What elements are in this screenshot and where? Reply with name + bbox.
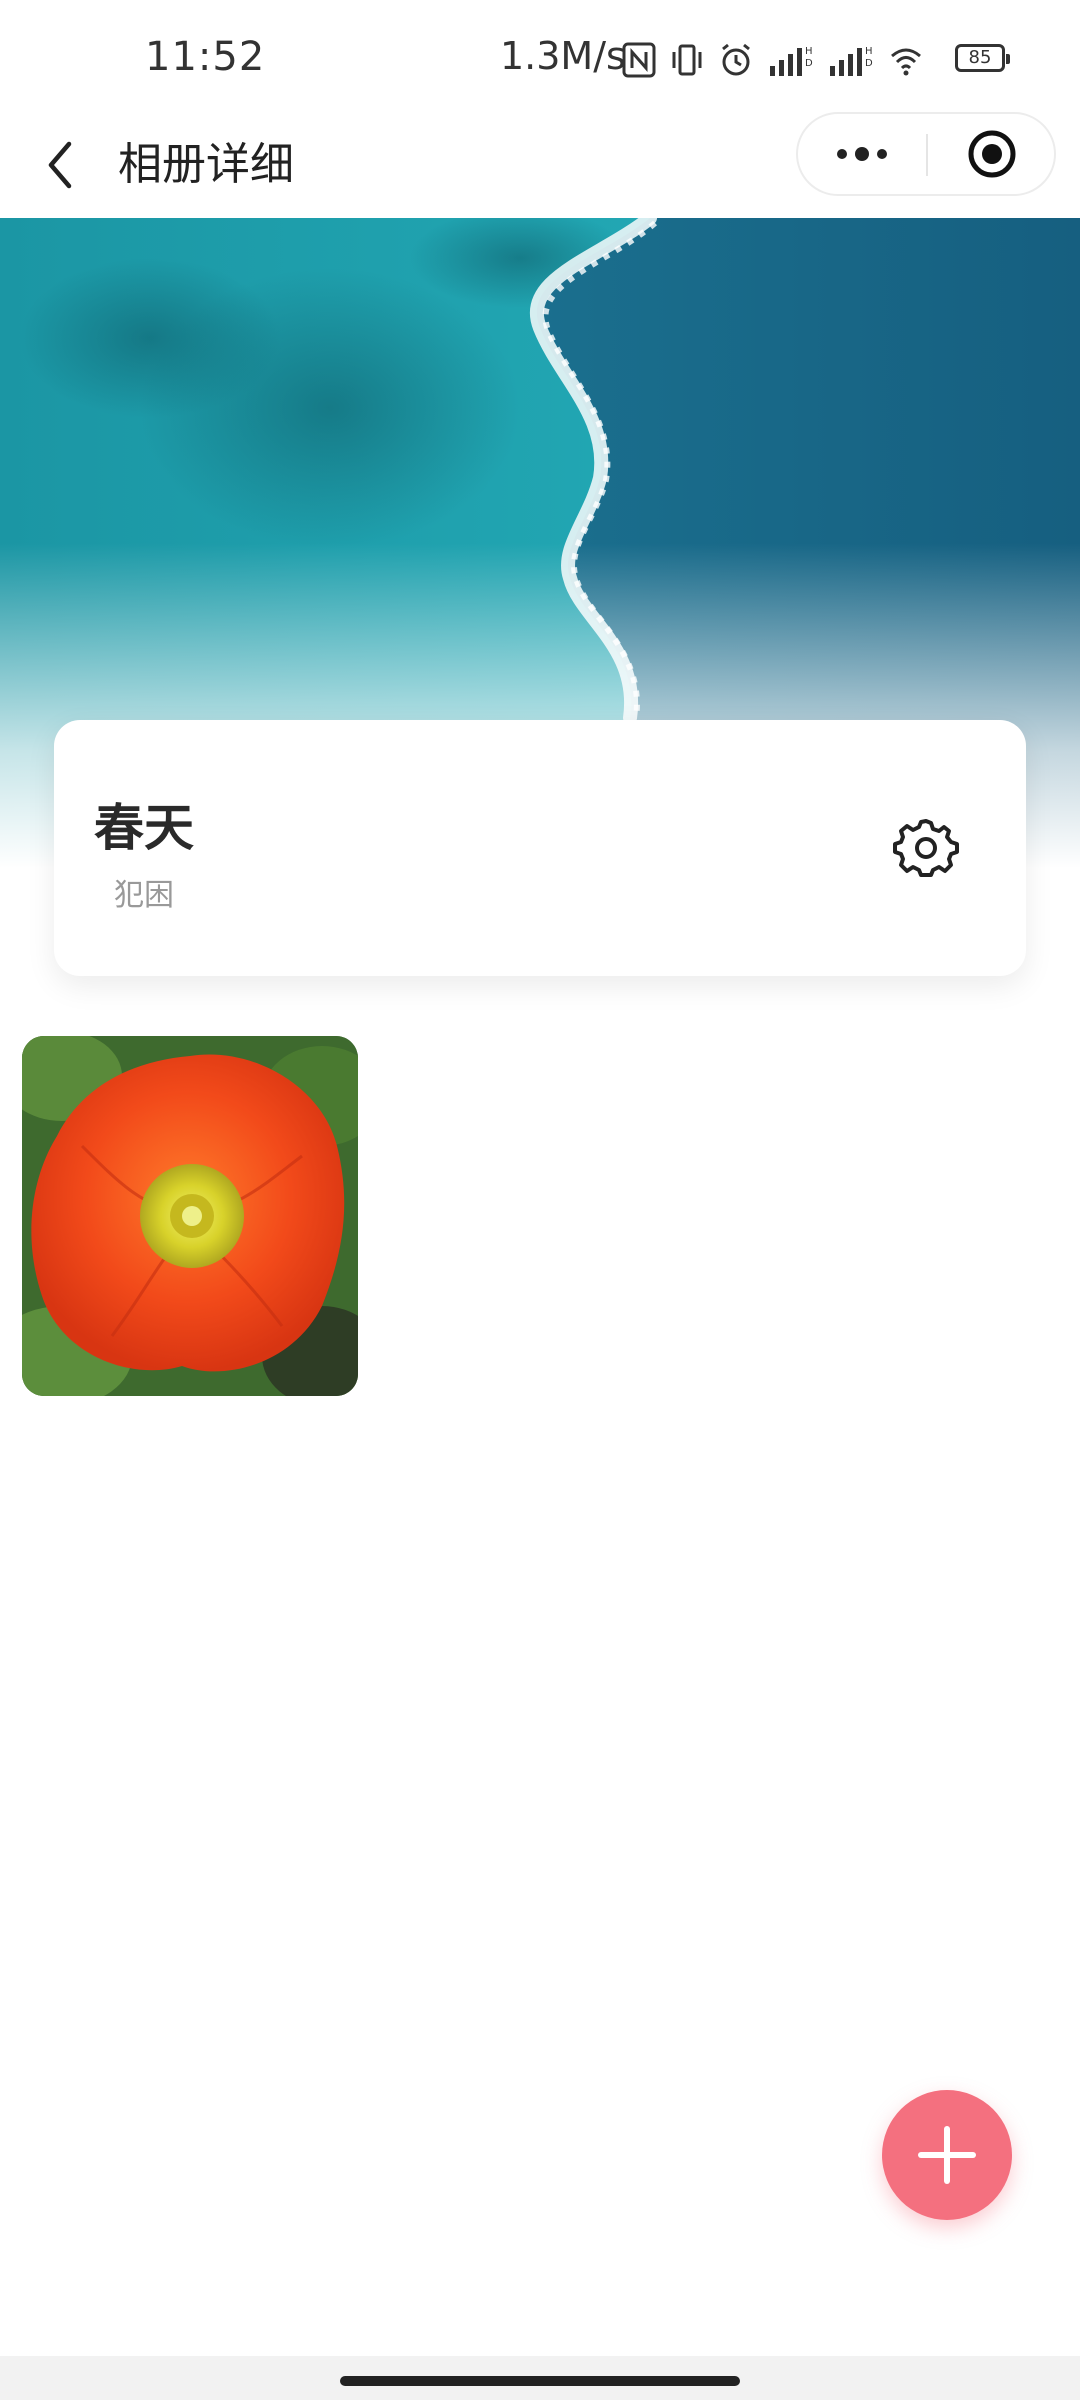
vibrate-icon bbox=[672, 44, 702, 76]
album-settings-button[interactable] bbox=[886, 808, 966, 888]
navigation-bar: 相册详细 bbox=[0, 110, 1080, 220]
svg-text:D: D bbox=[865, 58, 873, 69]
nfc-icon bbox=[622, 42, 656, 78]
svg-text:H: H bbox=[865, 46, 873, 57]
target-circle-icon bbox=[968, 130, 1016, 178]
back-button[interactable] bbox=[30, 130, 90, 200]
status-time: 11:52 bbox=[145, 34, 266, 80]
album-name: 春天 bbox=[94, 799, 194, 857]
album-info-card: 春天 犯困 bbox=[54, 720, 1026, 976]
close-button[interactable] bbox=[928, 114, 1056, 194]
plus-icon bbox=[918, 2126, 976, 2184]
svg-text:D: D bbox=[805, 58, 813, 69]
more-dots-icon bbox=[837, 147, 887, 161]
chevron-left-icon bbox=[48, 141, 72, 189]
network-speed: 1.3M/s bbox=[500, 34, 626, 78]
battery-icon: 85 bbox=[955, 44, 1010, 72]
status-icons: H D H D bbox=[622, 40, 924, 80]
home-indicator[interactable] bbox=[340, 2376, 740, 2386]
svg-text:H: H bbox=[805, 46, 813, 57]
wifi-icon bbox=[891, 48, 921, 76]
add-photo-button[interactable] bbox=[882, 2090, 1012, 2220]
mini-program-capsule bbox=[796, 112, 1056, 196]
alarm-icon bbox=[722, 43, 750, 76]
gesture-bar bbox=[0, 2356, 1080, 2400]
page-title: 相册详细 bbox=[118, 139, 294, 190]
album-description: 犯困 bbox=[114, 878, 174, 913]
more-button[interactable] bbox=[798, 114, 926, 194]
photo-thumbnail[interactable] bbox=[22, 1036, 358, 1396]
album-detail-page: 11:52 1.3M/s H D H D 85 相册详细 春天 犯困 bbox=[0, 0, 1080, 2400]
signal-icon: H D bbox=[830, 46, 873, 76]
status-bar: 11:52 1.3M/s H D H D 85 bbox=[0, 0, 1080, 120]
signal-icon: H D bbox=[770, 46, 813, 76]
gear-icon bbox=[893, 819, 959, 877]
